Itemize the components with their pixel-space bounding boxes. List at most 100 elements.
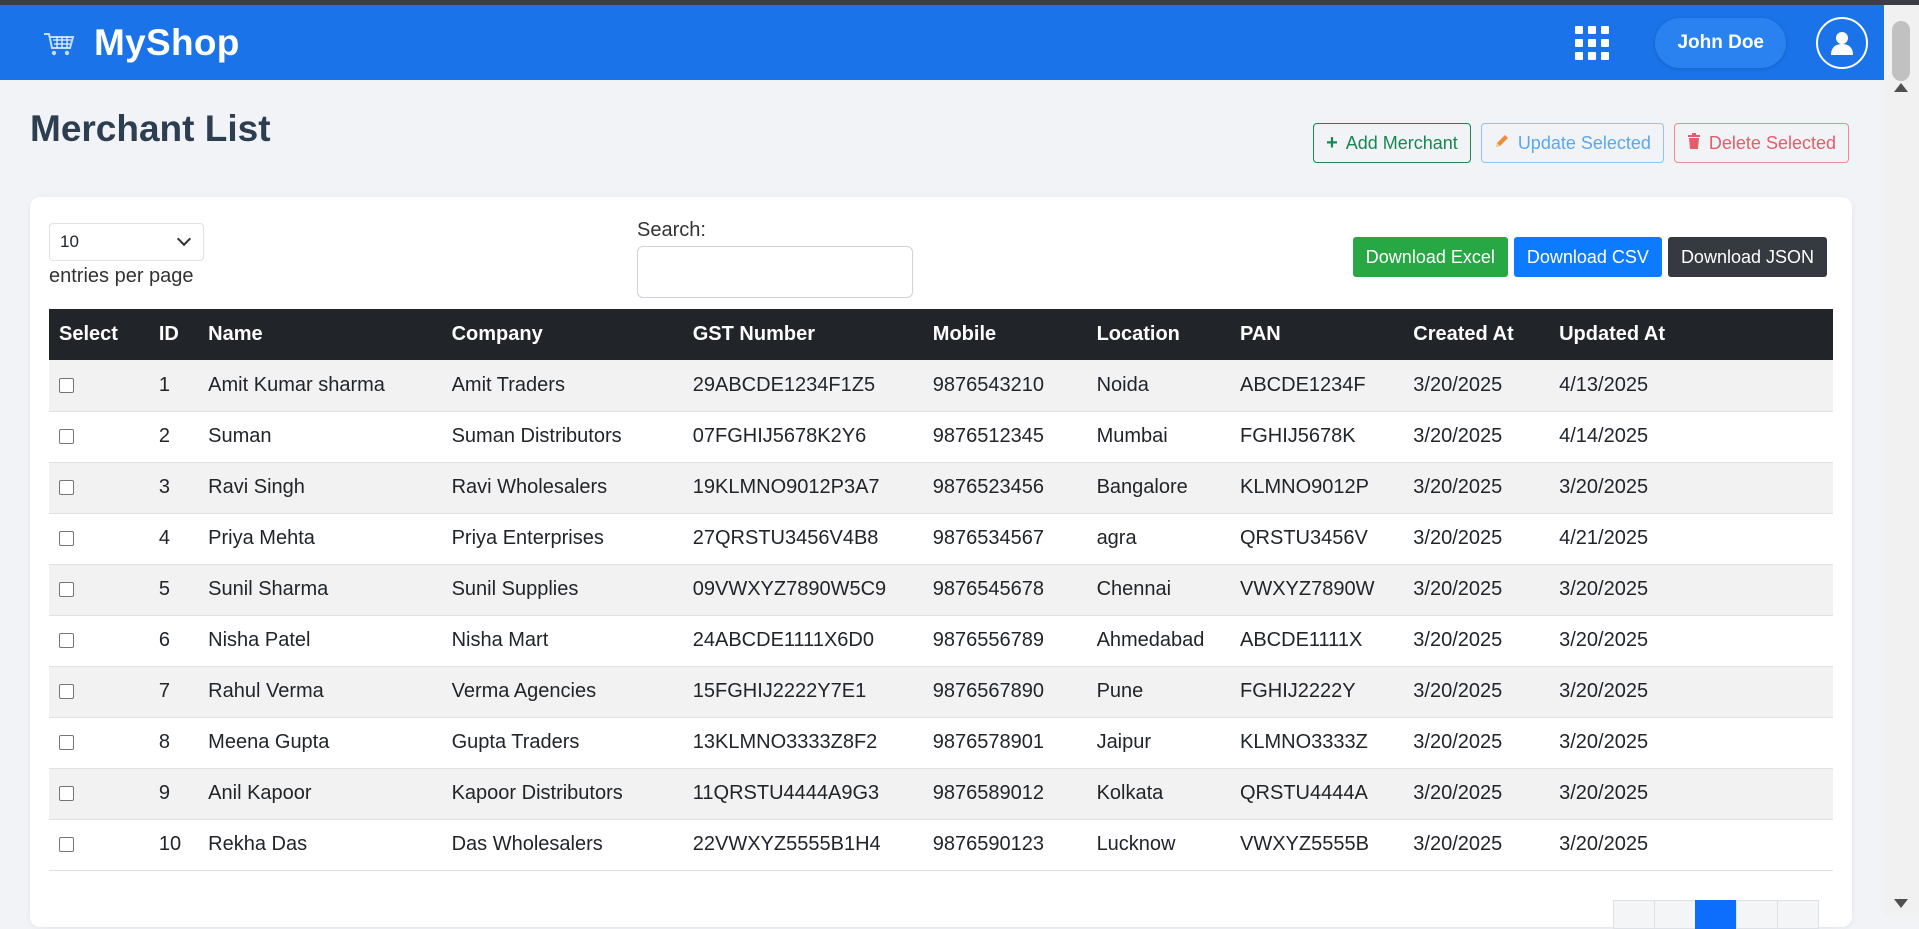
- cell-gst-number: 07FGHIJ5678K2Y6: [692, 425, 867, 447]
- cell-mobile: 9876556789: [932, 629, 1045, 651]
- cell-name: Sunil Sharma: [208, 578, 329, 600]
- add-merchant-label: Add Merchant: [1345, 132, 1458, 153]
- download-csv-button[interactable]: Download CSV: [1513, 237, 1662, 277]
- delete-selected-label: Delete Selected: [1708, 132, 1836, 153]
- cell-mobile: 9876578901: [932, 731, 1045, 753]
- cell-gst-number: 27QRSTU3456V4B8: [692, 527, 879, 549]
- user-avatar-icon[interactable]: [1816, 16, 1868, 69]
- column-header-select[interactable]: Select: [49, 309, 149, 360]
- cell-name: Rahul Verma: [208, 680, 324, 702]
- cell-company: Gupta Traders: [451, 731, 580, 753]
- page-scrollbar[interactable]: [1884, 5, 1919, 916]
- cell-updated-at: 3/20/2025: [1559, 833, 1649, 855]
- select-cell: [49, 360, 149, 411]
- cell-gst-number: 09VWXYZ7890W5C9: [692, 578, 887, 600]
- search-label: Search:: [637, 219, 706, 241]
- update-selected-button[interactable]: Update Selected: [1480, 123, 1664, 163]
- row-select-checkbox[interactable]: [59, 633, 74, 649]
- table-row[interactable]: 3 Ravi Singh Ravi Wholesalers 19KLMNO9012P3…: [49, 462, 1833, 513]
- cell-pan: ABCDE1234F: [1240, 373, 1366, 396]
- row-select-checkbox[interactable]: [59, 735, 74, 751]
- column-header-location[interactable]: Location: [1087, 309, 1230, 360]
- select-cell: [49, 462, 149, 513]
- navbar: MyShop John Doe: [0, 5, 1884, 80]
- brand[interactable]: MyShop: [42, 22, 240, 64]
- row-select-checkbox[interactable]: [59, 684, 74, 700]
- row-select-checkbox[interactable]: [59, 786, 74, 802]
- column-header-pan[interactable]: PAN: [1230, 309, 1403, 360]
- entries-per-page-select[interactable]: 10: [49, 223, 204, 261]
- cell-created-at: 3/20/2025: [1413, 373, 1503, 396]
- chevron-down-icon: [176, 231, 192, 247]
- cell-name: Meena Gupta: [208, 731, 330, 753]
- table-row[interactable]: 7 Rahul Verma Verma Agencies 15FGHIJ2222Y7E…: [49, 666, 1833, 717]
- cell-company: Ravi Wholesalers: [451, 476, 608, 498]
- select-cell: [49, 564, 149, 615]
- row-select-checkbox[interactable]: [59, 480, 74, 496]
- column-header-name[interactable]: Name: [198, 309, 441, 360]
- cell-location: Noida: [1096, 373, 1149, 396]
- delete-selected-button[interactable]: Delete Selected: [1673, 123, 1849, 163]
- table-row[interactable]: 1 Amit Kumar sharma Amit Traders 29ABCDE123…: [49, 360, 1833, 411]
- cell-updated-at: 4/13/2025: [1559, 373, 1649, 396]
- cell-location: Lucknow: [1096, 833, 1176, 855]
- cell-updated-at: 3/20/2025: [1559, 782, 1649, 804]
- pagination-previous-button[interactable]: [1654, 900, 1696, 929]
- pagination-current-page[interactable]: [1695, 900, 1737, 929]
- cell-company: Nisha Mart: [451, 629, 549, 651]
- pagination-last-button[interactable]: [1777, 900, 1819, 929]
- cell-location: Chennai: [1096, 578, 1172, 600]
- column-header-gst-number[interactable]: GST Number: [683, 309, 923, 360]
- column-header-mobile[interactable]: Mobile: [923, 309, 1087, 360]
- table-row[interactable]: 4 Priya Mehta Priya Enterprises 27QRSTU3456…: [49, 513, 1833, 564]
- cell-id: 7: [158, 680, 170, 702]
- merchant-table-card: 10 entries per page Search: Download Exc…: [30, 197, 1852, 929]
- user-name-button[interactable]: John Doe: [1655, 17, 1786, 68]
- pagination-next-button[interactable]: [1736, 900, 1778, 929]
- search-input[interactable]: [637, 246, 913, 298]
- cell-company: Amit Traders: [451, 373, 565, 396]
- cell-id: 2: [158, 425, 170, 447]
- cell-name: Amit Kumar sharma: [208, 373, 385, 396]
- row-select-checkbox[interactable]: [59, 377, 74, 393]
- apps-grid-icon[interactable]: [1575, 25, 1610, 60]
- column-header-id[interactable]: ID: [149, 309, 198, 360]
- cell-gst-number: 29ABCDE1234F1Z5: [692, 373, 876, 396]
- column-header-created-at[interactable]: Created At: [1403, 309, 1549, 360]
- row-select-checkbox[interactable]: [59, 531, 74, 547]
- row-select-checkbox[interactable]: [59, 582, 74, 598]
- scroll-down-arrow-icon[interactable]: [1894, 899, 1908, 908]
- cell-pan: KLMNO3333Z: [1240, 731, 1368, 753]
- cell-gst-number: 15FGHIJ2222Y7E1: [692, 680, 867, 702]
- cell-gst-number: 24ABCDE1111X6D0: [692, 629, 874, 651]
- cell-created-at: 3/20/2025: [1413, 578, 1503, 600]
- table-row[interactable]: 8 Meena Gupta Gupta Traders 13KLMNO3333Z8F2…: [49, 717, 1833, 768]
- pagination-first-button[interactable]: [1613, 900, 1655, 929]
- column-header-company[interactable]: Company: [442, 309, 683, 360]
- cell-location: Kolkata: [1096, 782, 1164, 804]
- scroll-up-arrow-icon[interactable]: [1894, 83, 1908, 92]
- table-row[interactable]: 6 Nisha Patel Nisha Mart 24ABCDE1111X6D0 987…: [49, 615, 1833, 666]
- download-json-button[interactable]: Download JSON: [1667, 237, 1827, 277]
- add-merchant-button[interactable]: + Add Merchant: [1313, 123, 1471, 163]
- cell-pan: QRSTU3456V: [1240, 527, 1368, 549]
- cell-mobile: 9876523456: [932, 476, 1045, 498]
- table-row[interactable]: 5 Sunil Sharma Sunil Supplies 09VWXYZ7890W5…: [49, 564, 1833, 615]
- table-row[interactable]: 9 Anil Kapoor Kapoor Distributors 11QRSTU44…: [49, 768, 1833, 819]
- column-header-updated-at[interactable]: Updated At: [1549, 309, 1833, 360]
- cell-pan: QRSTU4444A: [1240, 782, 1368, 804]
- cell-name: Rekha Das: [208, 833, 308, 855]
- row-select-checkbox[interactable]: [59, 429, 74, 445]
- cell-company: Verma Agencies: [451, 680, 597, 702]
- cell-company: Priya Enterprises: [451, 527, 604, 549]
- row-select-checkbox[interactable]: [59, 837, 74, 853]
- table-row[interactable]: 2 Suman Suman Distributors 07FGHIJ5678K2Y6 9…: [49, 411, 1833, 462]
- cell-id: 8: [158, 731, 170, 753]
- page-title: Merchant List: [30, 108, 271, 149]
- cell-name: Suman: [208, 425, 272, 447]
- cell-created-at: 3/20/2025: [1413, 527, 1503, 549]
- table-row[interactable]: 10 Rekha Das Das Wholesalers 22VWXYZ5555B1H…: [49, 819, 1833, 870]
- scrollbar-thumb[interactable]: [1892, 21, 1910, 81]
- cell-created-at: 3/20/2025: [1413, 833, 1503, 855]
- download-excel-button[interactable]: Download Excel: [1352, 237, 1508, 277]
